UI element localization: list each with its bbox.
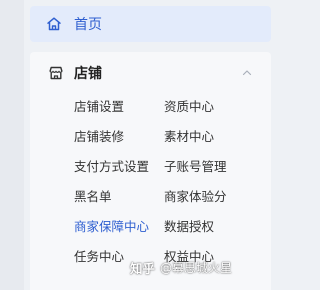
menu-item-blacklist[interactable]: 黑名单	[74, 186, 112, 205]
menu-item-material-center[interactable]: 素材中心	[164, 126, 214, 145]
menu-item-data-authorization[interactable]: 数据授权	[164, 216, 214, 235]
watermark-handle: @幕思城火星	[160, 261, 233, 275]
menu-item-merchant-guarantee-center[interactable]: 商家保障中心	[74, 216, 149, 235]
nav-section-store: 店铺 店铺设置 资质中心 店铺装修 素材中心 支付方式设置 子账号管理 黑名单 …	[30, 52, 271, 290]
menu-item-qualification-center[interactable]: 资质中心	[164, 96, 214, 115]
menu-item-merchant-experience-score[interactable]: 商家体验分	[164, 186, 227, 205]
menu-item-payment-settings[interactable]: 支付方式设置	[74, 156, 149, 175]
watermark-brand: 知乎	[130, 261, 156, 276]
store-section-title: 店铺	[74, 66, 102, 82]
menu-item-task-center[interactable]: 任务中心	[74, 246, 124, 265]
menu-item-store-decoration[interactable]: 店铺装修	[74, 126, 124, 145]
nav-item-home[interactable]: 首页	[30, 6, 271, 42]
watermark: 知乎 @幕思城火星	[130, 258, 232, 277]
menu-item-store-settings[interactable]: 店铺设置	[74, 96, 124, 115]
sidebar-edge	[0, 0, 24, 290]
chevron-up-icon[interactable]	[241, 67, 253, 79]
store-section-header[interactable]: 店铺	[30, 62, 271, 84]
nav-home-label: 首页	[74, 17, 102, 33]
home-icon	[46, 16, 62, 32]
menu-item-subaccount-management[interactable]: 子账号管理	[164, 156, 227, 175]
store-icon	[48, 65, 64, 81]
